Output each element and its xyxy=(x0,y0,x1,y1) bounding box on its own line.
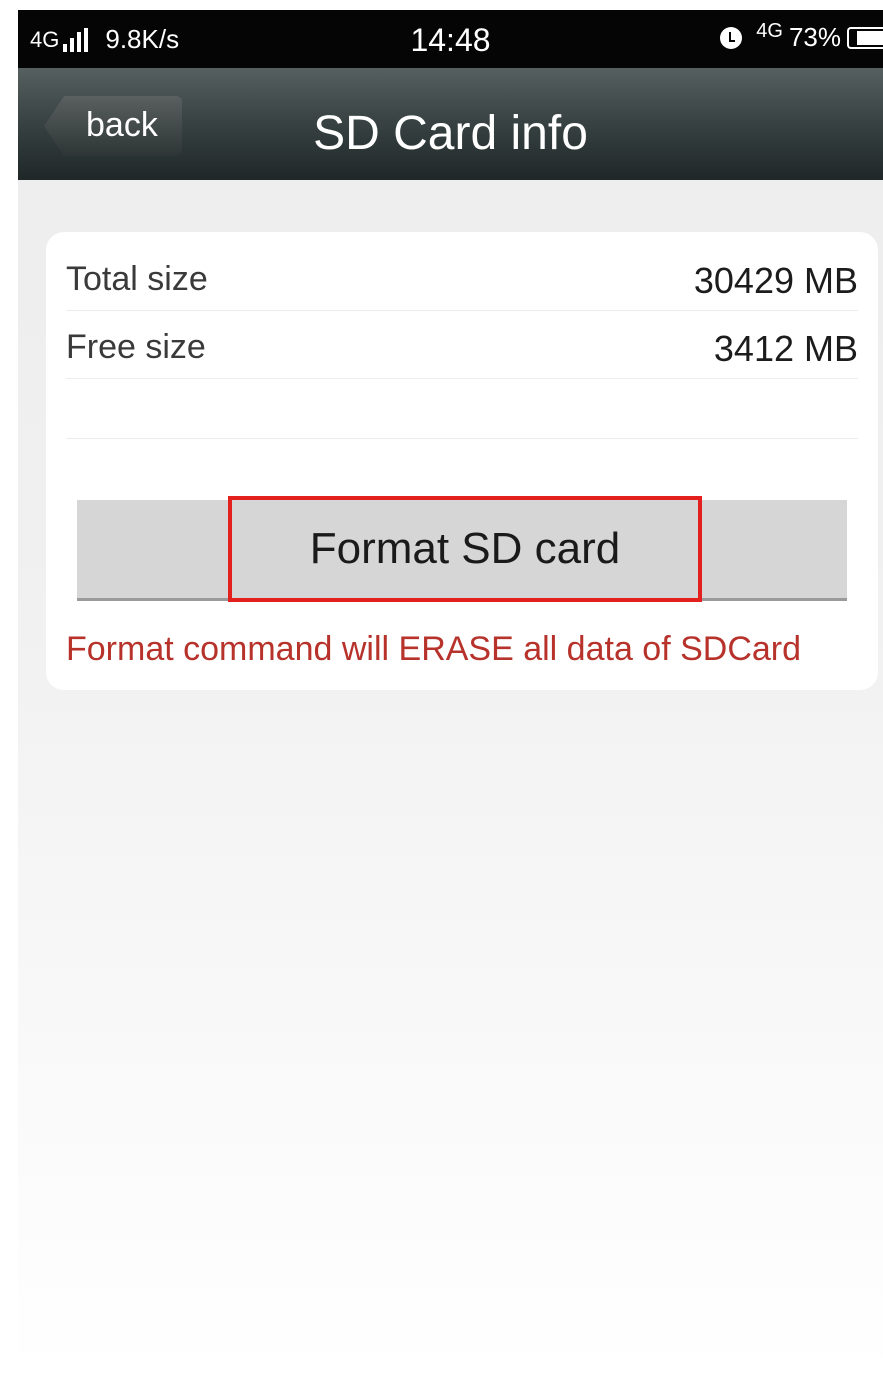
format-warning-text: Format command will ERASE all data of SD… xyxy=(66,630,802,668)
total-size-value: 30429 MB xyxy=(693,260,858,301)
free-size-label: Free size xyxy=(66,328,206,366)
alarm-icon xyxy=(720,26,743,49)
sd-info-card: Total size 30429 MB Free size 3412 MB Fo… xyxy=(46,232,878,690)
battery-percent: 73% xyxy=(788,22,841,52)
total-size-row: Total size 30429 MB xyxy=(66,254,858,311)
app-screen: 4G 9.8K/s 14:48 4G 73% back SD Card info… xyxy=(18,10,883,1378)
free-size-value: 3412 MB xyxy=(713,328,858,369)
page-title: SD Card info xyxy=(313,107,588,160)
network-type-right: 4G xyxy=(756,20,783,42)
battery-icon xyxy=(847,26,883,49)
format-sd-card-button[interactable]: Format SD card xyxy=(228,496,702,602)
nav-bar: back SD Card info xyxy=(18,68,883,180)
status-right: 4G 73% xyxy=(720,20,883,53)
free-size-row: Free size 3412 MB xyxy=(66,322,858,379)
divider xyxy=(66,438,858,439)
total-size-label: Total size xyxy=(66,260,208,298)
status-bar: 4G 9.8K/s 14:48 4G 73% xyxy=(18,10,883,68)
